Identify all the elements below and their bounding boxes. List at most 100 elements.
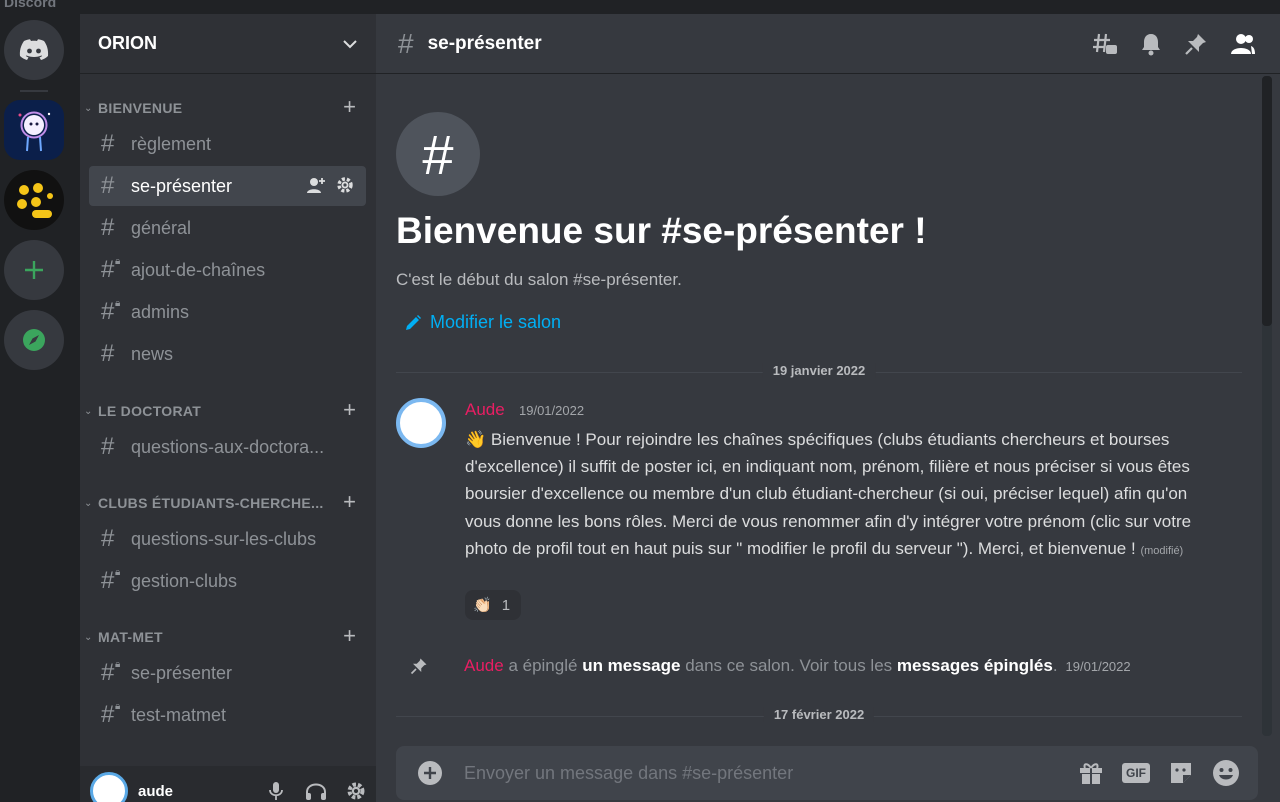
sticker-icon[interactable] [1168, 760, 1194, 786]
welcome-title: Bienvenue sur #se-présenter ! [396, 210, 927, 251]
channel-label: règlement [131, 133, 212, 154]
channel-label: général [131, 217, 192, 238]
message-input[interactable]: Envoyer un message dans #se-présenter [464, 763, 1078, 784]
emoji-icon[interactable] [1212, 759, 1240, 787]
yellow-dots-icon [17, 183, 53, 218]
avatar[interactable] [396, 398, 446, 448]
channel-news[interactable]: # news [89, 334, 366, 374]
server-rail [0, 14, 72, 802]
add-server-button[interactable] [4, 240, 64, 300]
channel-label: gestion-clubs [131, 570, 238, 591]
pinned-message-link[interactable]: un message [582, 656, 680, 676]
hash-icon: # [101, 340, 115, 367]
threads-icon[interactable] [1092, 32, 1118, 56]
server-orion[interactable] [4, 100, 64, 160]
channel-se-presenter[interactable]: # se-présenter [89, 166, 366, 206]
message-author[interactable]: Aude [465, 400, 505, 420]
locked-hash-icon: # 🔒︎ [101, 298, 121, 325]
message-timestamp: 19/01/2022 [519, 403, 585, 418]
category-label: MAT-MET [98, 629, 163, 645]
category-clubs-etudiants[interactable]: ⌄ CLUBS ÉTUDIANTS-CHERCHE... + [80, 491, 376, 515]
channel-ajout-de-chaines[interactable]: # 🔒︎ ajout-de-chaînes [89, 250, 366, 290]
discord-logo-icon [19, 39, 49, 60]
bell-icon[interactable] [1140, 32, 1162, 56]
mute-button[interactable] [256, 781, 296, 801]
home-button[interactable] [4, 20, 64, 80]
pin-system-message: Aude a épinglé un message dans ce salon.… [410, 656, 1250, 676]
hash-icon: # [101, 214, 115, 241]
hash-icon: # [398, 27, 414, 59]
guild-header[interactable]: ORION [80, 14, 376, 74]
headphones-icon [306, 783, 326, 800]
server-yellow-dots[interactable] [4, 170, 64, 230]
hash-icon: # [101, 525, 115, 552]
pin-timestamp: 19/01/2022 [1065, 658, 1131, 674]
invite-member-icon[interactable] [306, 176, 326, 194]
channel-reglement[interactable]: # règlement [89, 124, 366, 164]
reaction-button[interactable]: 👏🏻 1 [465, 590, 521, 620]
edit-channel-link[interactable]: Modifier le salon [404, 312, 561, 333]
create-channel-plus-icon[interactable]: + [343, 625, 356, 647]
channel-label: se-présenter [131, 175, 233, 196]
lock-icon: 🔒︎ [115, 659, 121, 670]
date-divider: 19 janvier 2022 [396, 363, 1242, 378]
gift-icon[interactable] [1078, 761, 1104, 785]
pin-author[interactable]: Aude [464, 656, 504, 676]
channel-questions-sur-les-clubs[interactable]: # questions-sur-les-clubs [89, 519, 366, 559]
channel-admins[interactable]: # 🔒︎ admins [89, 292, 366, 332]
message-content: 👋 Bienvenue ! Pour rejoindre les chaînes… [465, 426, 1195, 565]
chat-area: # se-présenter # Bienvenue sur #se-prése… [376, 14, 1280, 802]
chevron-down-icon [343, 39, 357, 48]
lock-icon: 🔒︎ [115, 298, 121, 309]
category-bienvenue[interactable]: ⌄ BIENVENUE + [80, 96, 376, 120]
channel-questions-aux-doctorants[interactable]: # questions-aux-doctora... [89, 427, 366, 467]
avatar[interactable] [90, 772, 128, 802]
locked-hash-icon: # 🔒︎ [101, 701, 121, 728]
edit-channel-label: Modifier le salon [430, 312, 562, 332]
app-name: Discord [4, 0, 57, 10]
gear-icon[interactable] [336, 176, 354, 194]
channel-label: questions-sur-les-clubs [131, 528, 317, 549]
channel-hash-badge: # [396, 112, 480, 196]
chevron-down-icon: ⌄ [84, 102, 93, 114]
create-channel-plus-icon[interactable]: + [343, 399, 356, 421]
chevron-down-icon: ⌄ [84, 405, 93, 417]
lock-icon: 🔒︎ [115, 701, 121, 712]
clap-emoji: 👏🏻 [473, 597, 492, 614]
plus-circle-icon[interactable] [418, 761, 442, 785]
locked-hash-icon: # 🔒︎ [101, 567, 121, 594]
channel-label: news [131, 343, 174, 364]
deafen-button[interactable] [296, 781, 336, 801]
channel-matmet-se-presenter[interactable]: # 🔒︎ se-présenter [89, 653, 366, 693]
create-channel-plus-icon[interactable]: + [343, 96, 356, 118]
channel-gestion-clubs[interactable]: # 🔒︎ gestion-clubs [89, 561, 366, 601]
locked-hash-icon: # 🔒︎ [101, 256, 121, 283]
channel-general[interactable]: # général [89, 208, 366, 248]
member-list-icon[interactable] [1230, 33, 1256, 55]
astronaut-avatar-icon [18, 111, 51, 152]
gif-button[interactable]: GIF [1122, 763, 1150, 783]
scrollbar-thumb[interactable] [1262, 76, 1272, 326]
category-label: CLUBS ÉTUDIANTS-CHERCHE... [98, 495, 324, 511]
hash-icon: # [101, 172, 115, 199]
category-label: LE DOCTORAT [98, 403, 202, 419]
explore-servers-button[interactable] [4, 310, 64, 370]
pinned-messages-link[interactable]: messages épinglés [897, 656, 1053, 676]
create-channel-plus-icon[interactable]: + [343, 491, 356, 513]
pin-icon[interactable] [1184, 32, 1208, 56]
wave-emoji: 👋 [465, 430, 487, 449]
compass-icon [23, 329, 45, 351]
chevron-down-icon: ⌄ [84, 497, 93, 509]
microphone-icon [269, 782, 283, 800]
date-divider-label: 17 février 2022 [763, 707, 875, 722]
pin-text: a épinglé [508, 656, 578, 675]
user-settings-button[interactable] [336, 781, 376, 801]
message-composer[interactable]: Envoyer un message dans #se-présenter GI… [396, 746, 1258, 800]
rail-separator [20, 90, 48, 92]
date-divider: 17 février 2022 [396, 707, 1242, 722]
category-mat-met[interactable]: ⌄ MAT-MET + [80, 625, 376, 649]
channel-test-matmet[interactable]: # 🔒︎ test-matmet [89, 695, 366, 735]
category-le-doctorat[interactable]: ⌄ LE DOCTORAT + [80, 399, 376, 423]
pencil-icon [406, 314, 421, 330]
channel-label: se-présenter [131, 662, 233, 683]
